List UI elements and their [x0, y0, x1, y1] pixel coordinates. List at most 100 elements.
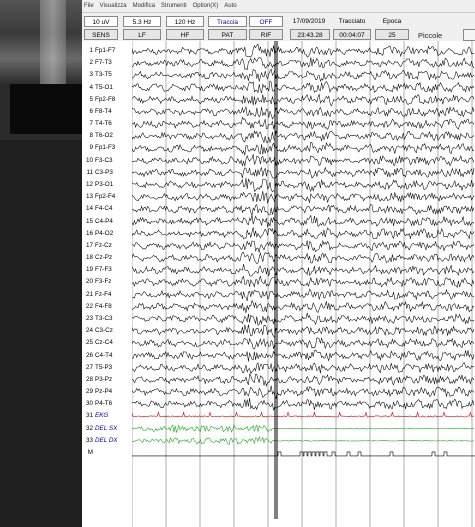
clock-time: 23:43.28 — [290, 29, 330, 40]
channel-number: 20 — [85, 278, 93, 286]
channel-number: 19 — [85, 266, 93, 274]
channel-name: F4-C4 — [95, 205, 113, 213]
menu-strumenti[interactable]: Strumenti — [161, 3, 187, 9]
channel-name: F8-T4 — [95, 107, 112, 115]
channel-label[interactable]: 25 Cz-C4 — [82, 339, 132, 346]
channel-label[interactable]: 1 Fp1-F7 — [82, 47, 132, 54]
channel-label[interactable]: 29 Pz-P4 — [82, 388, 132, 395]
channel-label[interactable]: 7 T4-T6 — [82, 120, 132, 127]
eeg-trace-area[interactable] — [132, 41, 475, 527]
channel-number: 32 — [85, 424, 93, 432]
channel-label[interactable]: 3 T3-T5 — [82, 71, 132, 78]
channel-name: P3-O1 — [95, 180, 114, 188]
channel-number: 12 — [85, 180, 93, 188]
channel-number: 6 — [89, 107, 93, 115]
channel-label[interactable]: 19 F7-F3 — [82, 266, 132, 273]
channel-number: 29 — [85, 388, 93, 396]
channel-label[interactable]: 8 T6-O2 — [82, 132, 132, 139]
channel-label[interactable]: 17 Fz-Cz — [82, 242, 132, 249]
epoch-number[interactable]: 25 — [375, 29, 409, 40]
channel-label[interactable]: 10 F3-C3 — [82, 157, 132, 164]
low-filter-value[interactable]: 5.3 Hz — [123, 16, 161, 27]
channel-number: 16 — [85, 229, 93, 237]
channel-number: 13 — [85, 193, 93, 201]
menu-visualizza[interactable]: Visualizza — [100, 3, 127, 9]
lf-button[interactable]: LF — [123, 29, 161, 40]
channel-number: 27 — [85, 363, 93, 371]
channel-number: 1 — [89, 47, 93, 54]
channel-number: 21 — [85, 290, 93, 298]
channel-label[interactable]: 4 T5-O1 — [82, 84, 132, 91]
channel-label[interactable]: M — [82, 449, 132, 456]
sensitivity-value[interactable]: 10 uV — [84, 16, 118, 27]
channel-number: 8 — [89, 132, 93, 140]
pattern-value[interactable]: Traccia — [208, 16, 247, 27]
video-black-area — [10, 84, 82, 134]
channel-number: 2 — [89, 59, 93, 67]
channel-label[interactable]: 31 EKG — [82, 412, 132, 419]
channel-label[interactable]: 28 P3-Pz — [82, 376, 132, 383]
channel-number: 26 — [85, 351, 93, 359]
channel-number: 5 — [89, 95, 93, 103]
channel-name: T4-T6 — [95, 120, 112, 128]
reference-value[interactable]: OFF — [249, 16, 283, 27]
channel-number: 22 — [85, 302, 93, 310]
channel-label[interactable]: 22 F4-F8 — [82, 303, 132, 310]
menu-modifica[interactable]: Modifica — [133, 3, 155, 9]
channel-number: 17 — [85, 241, 93, 249]
channel-label[interactable]: 12 P3-O1 — [82, 181, 132, 188]
channel-label[interactable]: 30 P4-T6 — [82, 400, 132, 407]
size-dropdown[interactable] — [463, 29, 475, 41]
channel-label[interactable]: 32 DEL SX — [82, 425, 132, 432]
channel-label[interactable]: 26 C4-T4 — [82, 352, 132, 359]
trace-background — [132, 41, 475, 527]
channel-label[interactable]: 18 Cz-Pz — [82, 254, 132, 261]
channel-label[interactable]: 33 DEL DX — [82, 437, 132, 444]
channel-name: F7-T3 — [95, 59, 112, 67]
channel-label[interactable]: 5 Fp2-F8 — [82, 96, 132, 103]
sens-button[interactable]: SENS — [84, 29, 118, 40]
hf-button[interactable]: HF — [166, 29, 204, 40]
channel-name: EKG — [95, 412, 109, 420]
video-panel — [0, 0, 82, 140]
channel-label[interactable]: 11 C3-P3 — [82, 169, 132, 176]
pat-button[interactable]: PAT — [208, 29, 247, 40]
channel-label[interactable]: 2 F7-T3 — [82, 59, 132, 66]
channel-label[interactable]: 6 F8-T4 — [82, 108, 132, 115]
channel-label[interactable]: 15 C4-P4 — [82, 218, 132, 225]
channel-label[interactable]: 21 Fz-F4 — [82, 291, 132, 298]
channel-name: T5-O1 — [95, 83, 113, 91]
channel-name: F3-Fz — [95, 278, 112, 286]
channel-label[interactable]: 24 C3-Cz — [82, 327, 132, 334]
menu-file[interactable]: File — [84, 3, 94, 9]
channel-label[interactable]: 23 T3-C3 — [82, 315, 132, 322]
high-filter-value[interactable]: 120 Hz — [166, 16, 204, 27]
channel-label[interactable]: 16 P4-O2 — [82, 230, 132, 237]
channel-name: Fp2-F4 — [95, 193, 116, 201]
channel-name: C3-P3 — [95, 168, 113, 176]
channel-label[interactable]: 27 T5-P3 — [82, 364, 132, 371]
channel-number: 28 — [85, 375, 93, 383]
channel-number: 11 — [86, 168, 93, 176]
channel-number: 4 — [89, 83, 93, 91]
channel-number: 7 — [89, 120, 93, 128]
channel-number: 30 — [85, 400, 93, 408]
channel-label[interactable]: 20 F3-Fz — [82, 278, 132, 285]
channel-label-column: 1 Fp1-F7 2 F7-T3 3 T3-T5 4 T5-O1 5 Fp2-F8 6 F8-T4 7 T… — [82, 41, 132, 527]
menu-auto[interactable]: Auto — [224, 3, 236, 9]
channel-label[interactable]: 9 Fp1-F3 — [82, 144, 132, 151]
channel-name: Cz-C4 — [95, 339, 113, 347]
channel-number: 23 — [85, 314, 93, 322]
channel-name: F4-F8 — [95, 302, 112, 310]
channel-name: C3-Cz — [95, 327, 113, 335]
channel-label[interactable]: 13 Fp2-F4 — [82, 193, 132, 200]
epoca-label: Epoca — [382, 18, 402, 25]
channel-name: Fz-F4 — [95, 290, 112, 298]
menu-option[interactable]: Option(X) — [193, 3, 219, 9]
channel-name: Fp1-F3 — [95, 144, 116, 152]
patient-video — [0, 0, 82, 84]
rif-button[interactable]: RIF — [249, 29, 283, 40]
channel-label[interactable]: 14 F4-C4 — [82, 205, 132, 212]
channel-number: 33 — [85, 436, 93, 444]
channel-number: 10 — [85, 156, 93, 164]
